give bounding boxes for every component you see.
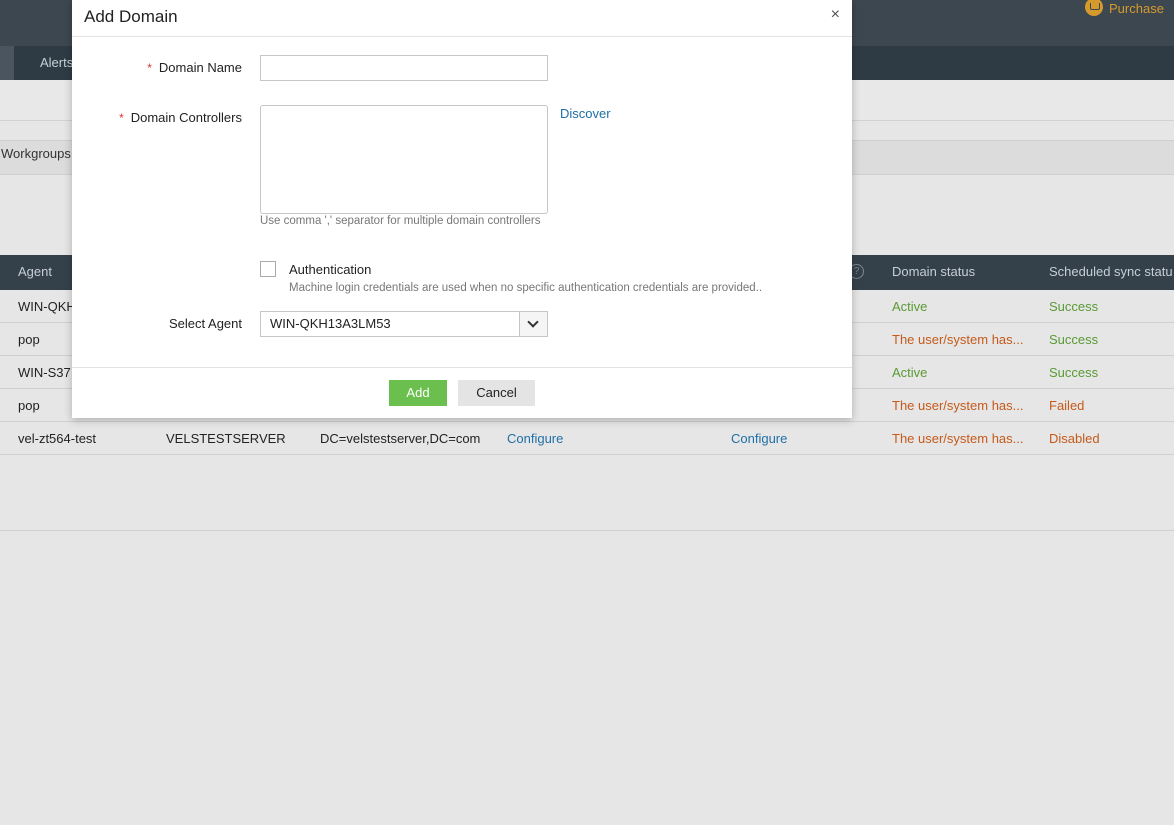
dialog-header: Add Domain × [72,0,852,37]
header-agent[interactable]: Agent [18,264,52,279]
cancel-button[interactable]: Cancel [458,380,535,406]
configure-link[interactable]: Configure [731,431,787,446]
authentication-label[interactable]: Authentication [289,262,371,277]
cell-sync-status: Failed [1049,398,1085,413]
domain-controllers-label: * Domain Controllers [92,110,242,125]
purchase-label: Purchase [1109,0,1164,16]
cell-sync-status: Success [1049,299,1099,314]
required-mark: * [119,111,124,125]
domain-name-label: * Domain Name [92,60,242,75]
select-agent-dropdown[interactable]: WIN-QKH13A3LM53 [260,311,548,337]
cell-agent: WIN-QKH [18,299,76,314]
cell-domain-status: Active [892,299,928,314]
table-row[interactable]: vel-zt564-test VELSTESTSERVER DC=velstes… [0,422,1174,455]
divider [0,530,1174,531]
cell-domain-status: Active [892,365,928,380]
cell-sync-status: Disabled [1049,431,1100,446]
cell-agent: pop [18,332,40,347]
authentication-hint: Machine login credentials are used when … [289,282,763,294]
cell-agent: pop [18,398,40,413]
dropdown-toggle[interactable] [519,312,547,336]
cell-domain-status: The user/system has... [892,398,1024,413]
cell-agent: vel-zt564-test [18,431,97,446]
tab-workgroups[interactable]: Workgroups [1,146,71,161]
cell-server: VELSTESTSERVER [166,431,286,446]
discover-link[interactable]: Discover [560,106,611,121]
domain-name-label-text: Domain Name [158,60,242,75]
add-domain-dialog: Add Domain × * Domain Name * Domain Contro… [72,0,852,418]
cell-domain-status: The user/system has... [892,332,1024,347]
cell-sync-status: Success [1049,365,1099,380]
domain-name-input[interactable] [260,55,548,81]
controllers-hint: Use comma ',' separator for multiple dom… [260,215,541,227]
chevron-down-icon [527,316,539,328]
configure-link[interactable]: Configure [507,431,563,446]
cell-domain-status: The user/system has... [892,431,1024,446]
domain-controllers-textarea[interactable] [260,105,548,214]
dialog-footer: Add Cancel [72,367,852,419]
add-button[interactable]: Add [389,380,447,406]
dialog-title: Add Domain [84,7,178,26]
close-icon[interactable]: × [831,6,840,24]
select-agent-label: Select Agent [169,316,242,331]
select-agent-value: WIN-QKH13A3LM53 [270,316,391,331]
domain-controllers-label-text: Domain Controllers [130,110,242,125]
purchase-link[interactable]: Purchase [1085,0,1164,16]
cell-dn: DC=velstestserver,DC=com [320,431,481,446]
nav-edge [0,46,14,80]
cell-agent: WIN-S37 [18,365,71,380]
authentication-checkbox[interactable] [260,261,276,277]
cell-sync-status: Success [1049,332,1099,347]
nav-tab-alerts[interactable]: Alerts [40,55,73,70]
header-scheduled-sync[interactable]: Scheduled sync statu [1049,264,1173,279]
header-domain-status[interactable]: Domain status [892,264,975,279]
required-mark: * [147,61,152,75]
cart-icon [1085,0,1103,16]
